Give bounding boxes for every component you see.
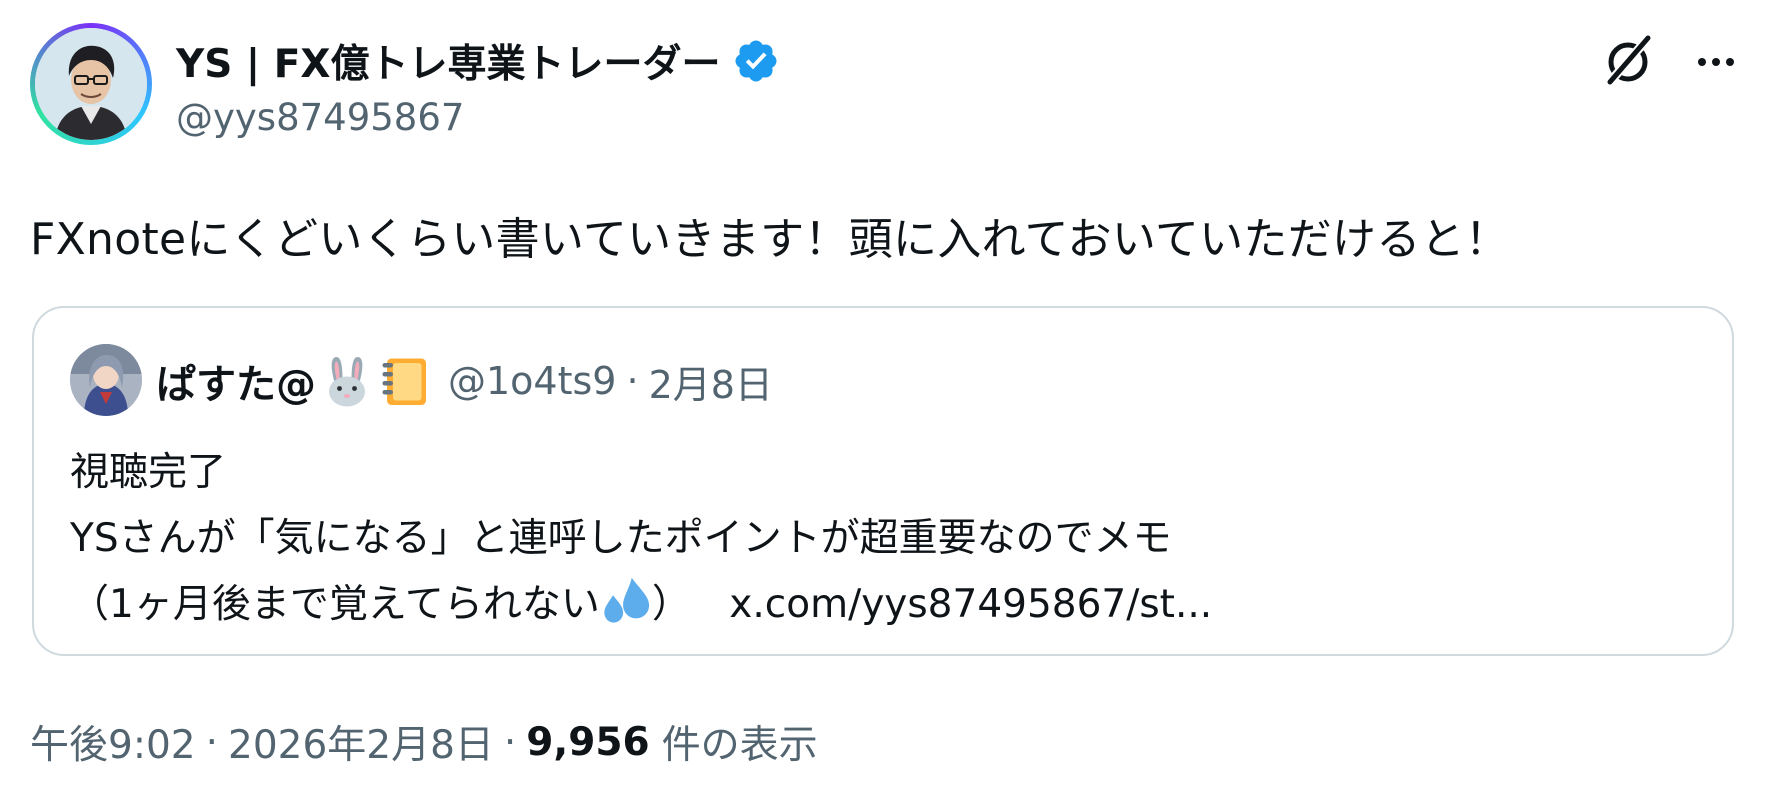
tweet-time[interactable]: 午後9:02: [30, 714, 196, 770]
quote-date[interactable]: 2月8日: [649, 354, 773, 409]
quote-line-2: YSさんが「気になる」と連呼したポイントが超重要なのでメモ: [70, 516, 1172, 561]
views-count: 9,956: [526, 719, 650, 765]
quote-author-avatar[interactable]: [70, 344, 142, 416]
meta-separator-2: ·: [503, 719, 517, 765]
notebook-emoji-icon: [382, 358, 426, 405]
author-avatar[interactable]: [30, 23, 152, 145]
quote-line-3-close: ）: [651, 582, 691, 627]
grok-icon[interactable]: [1596, 30, 1660, 94]
quote-tweet-card[interactable]: ぱすた@ @1o4ts9 · 2月8日 視聴完了 YSさんが「気になる」と連呼し…: [32, 306, 1734, 656]
rabbit-emoji-icon: [329, 357, 365, 407]
tweet-date[interactable]: 2026年2月8日: [228, 714, 494, 770]
quote-line-3-text: （1ヶ月後まで覚えてられない: [70, 582, 600, 627]
author-handle[interactable]: @yys87495867: [176, 96, 464, 139]
author-display-name[interactable]: YS | FX億トレ専業トレーダー: [176, 33, 720, 89]
quote-line-3: （1ヶ月後まで覚えてられない ） x.com/yys87495867/st...: [70, 572, 1212, 638]
quote-link[interactable]: x.com/yys87495867/st...: [729, 582, 1212, 627]
verified-badge-icon[interactable]: [732, 37, 780, 85]
quote-line-1: 視聴完了: [70, 450, 227, 495]
quote-avatar-illustration: [70, 344, 142, 416]
tweet-meta: 午後9:02 · 2026年2月8日 · 9,956 件の表示: [30, 714, 818, 770]
quote-handle[interactable]: @1o4ts9: [448, 359, 616, 403]
quote-separator: ·: [626, 359, 639, 403]
more-icon[interactable]: [1688, 34, 1744, 90]
quote-body: 視聴完了 YSさんが「気になる」と連呼したポイントが超重要なのでメモ （1ヶ月後…: [70, 440, 1212, 638]
sweat-droplets-icon: [604, 577, 649, 623]
tweet: YS | FX億トレ専業トレーダー @yys87495867 FXnoteにくど…: [0, 0, 1769, 808]
meta-separator-1: ·: [205, 719, 218, 765]
quote-display-name[interactable]: ぱすた@: [156, 352, 316, 410]
avatar-illustration: [35, 28, 147, 140]
quote-header: ぱすた@ @1o4ts9 · 2月8日: [156, 348, 773, 414]
author-name-row[interactable]: YS | FX億トレ専業トレーダー: [176, 28, 780, 94]
views-label: 件の表示: [661, 723, 818, 768]
tweet-text: FXnoteにくどいくらい書いていきます！頭に入れておいていただけると！: [30, 214, 1510, 265]
